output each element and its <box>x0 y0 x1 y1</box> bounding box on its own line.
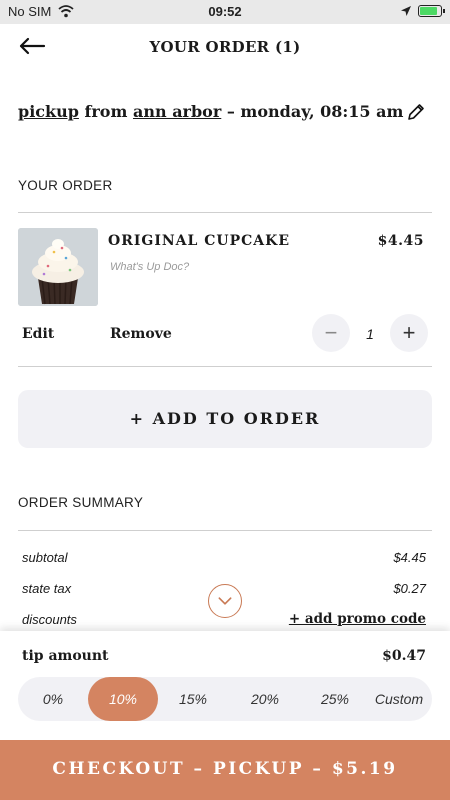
tax-label: state tax <box>22 581 72 596</box>
subtotal-value: $4.45 <box>393 550 426 565</box>
item-subtitle: What's Up Doc? <box>110 261 190 273</box>
order-summary-heading: ORDER SUMMARY <box>18 495 144 510</box>
discounts-label: discounts <box>22 612 77 627</box>
status-bar: No SIM 09:52 <box>0 0 450 24</box>
tip-option-0[interactable]: 0% <box>18 677 88 721</box>
edit-item-button[interactable]: Edit <box>22 326 54 342</box>
chevron-down-icon[interactable] <box>208 584 242 618</box>
pickup-from-text: from <box>78 102 133 121</box>
tip-option-15[interactable]: 15% <box>158 677 228 721</box>
pencil-icon[interactable] <box>406 102 426 122</box>
decrease-quantity-button[interactable]: − <box>312 314 350 352</box>
tip-option-10[interactable]: 10% <box>88 677 158 721</box>
tip-option-25[interactable]: 25% <box>300 677 370 721</box>
item-name: ORIGINAL CUPCAKE <box>108 233 290 249</box>
tip-label: tip amount <box>22 648 109 664</box>
tip-selector: 0% 10% 15% 20% 25% Custom <box>18 677 432 721</box>
location-arrow-icon <box>401 6 411 16</box>
pickup-location-link[interactable]: ann arbor <box>133 102 221 121</box>
cupcake-image <box>18 228 98 306</box>
add-to-order-button[interactable]: + ADD TO ORDER <box>18 390 432 448</box>
subtotal-label: subtotal <box>22 550 68 565</box>
tip-option-custom[interactable]: Custom <box>366 677 432 721</box>
quantity-value: 1 <box>366 326 374 342</box>
clock: 09:52 <box>208 4 242 19</box>
subtotal-row: subtotal $4.45 <box>22 550 426 570</box>
page-title: YOUR ORDER (1) <box>149 38 301 56</box>
item-price: $4.45 <box>377 233 424 249</box>
your-order-heading: YOUR ORDER <box>18 178 113 193</box>
divider <box>18 530 432 531</box>
tip-panel: tip amount $0.47 0% 10% 15% 20% 25% Cust… <box>0 631 450 740</box>
remove-item-button[interactable]: Remove <box>110 326 172 342</box>
tax-value: $0.27 <box>393 581 426 596</box>
top-navigation: YOUR ORDER (1) <box>0 24 450 70</box>
divider <box>18 212 432 213</box>
increase-quantity-button[interactable]: + <box>390 314 428 352</box>
pickup-details: pickup from ann arbor – monday, 08:15 am <box>18 102 432 126</box>
checkout-button[interactable]: CHECKOUT – PICKUP – $5.19 <box>0 740 450 800</box>
add-promo-code-link[interactable]: + add promo code <box>289 611 426 627</box>
tip-value: $0.47 <box>382 648 426 664</box>
battery-icon <box>418 5 445 17</box>
pickup-datetime: – monday, 08:15 am <box>221 102 404 121</box>
pickup-mode-link[interactable]: pickup <box>18 102 79 121</box>
divider <box>18 366 432 367</box>
tip-option-20[interactable]: 20% <box>230 677 300 721</box>
